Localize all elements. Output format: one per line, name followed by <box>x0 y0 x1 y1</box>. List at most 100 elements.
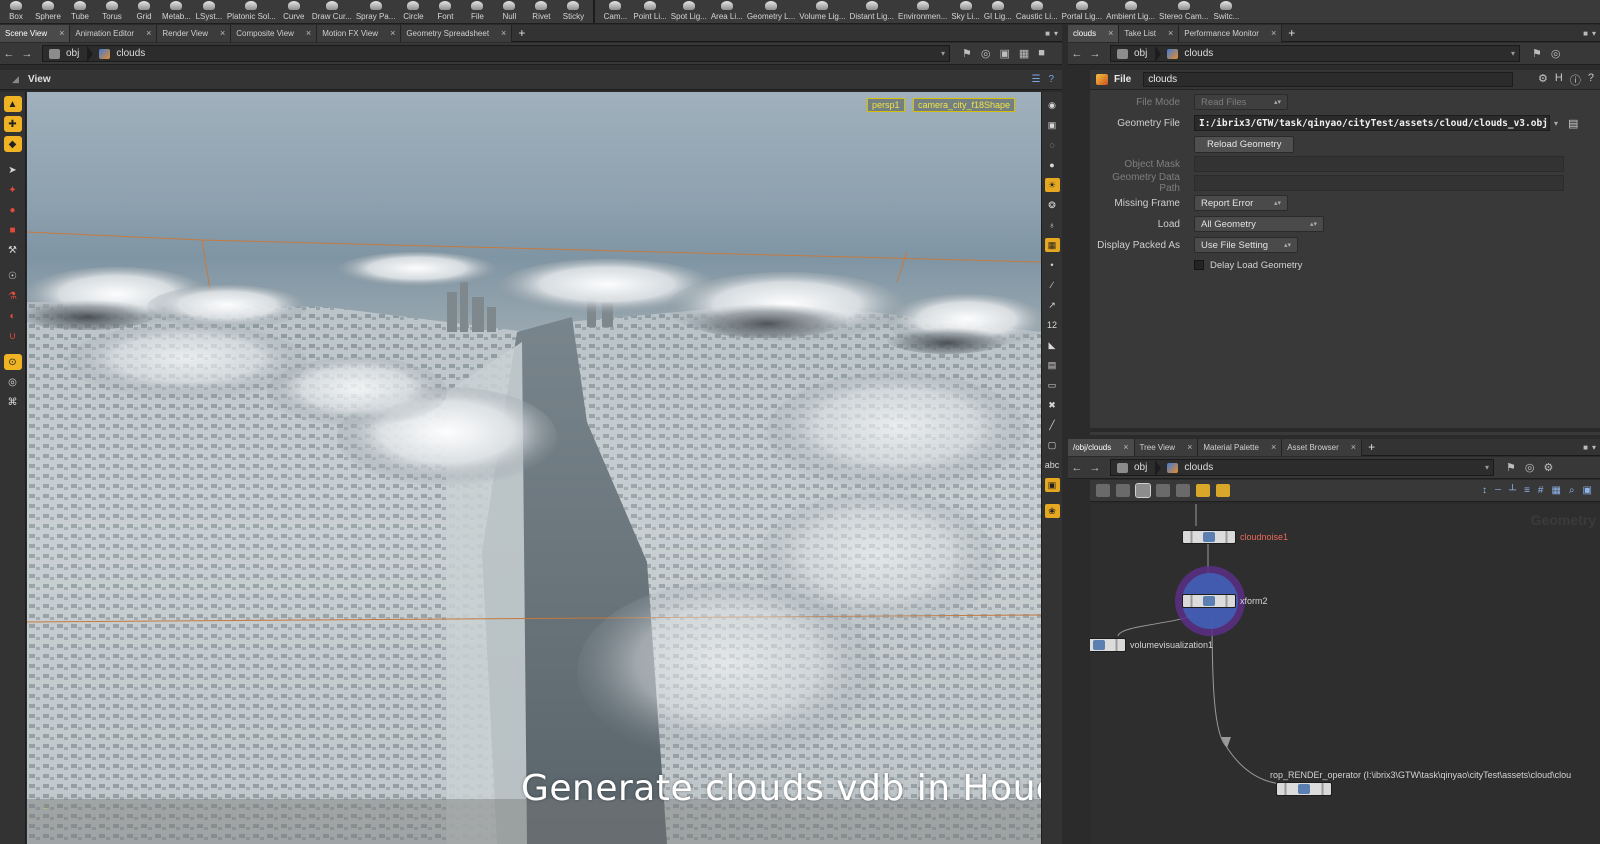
add-tab-icon[interactable]: + <box>1282 26 1301 40</box>
add-tab-icon[interactable]: + <box>1362 440 1381 454</box>
shelf-tool-platonic[interactable]: Platonic Sol... <box>225 0 278 23</box>
fill-icon[interactable]: ◣ <box>1045 338 1060 352</box>
camera-link-icon[interactable]: ▣ <box>999 47 1009 60</box>
move-tool-icon[interactable]: ✚ <box>3 116 22 132</box>
pin-icon[interactable]: ⚑ <box>962 47 972 60</box>
shelf-tool-caustic-light[interactable]: Caustic Li... <box>1014 0 1060 23</box>
close-icon[interactable]: × <box>59 28 64 38</box>
camera-menu[interactable]: persp1 <box>867 98 905 112</box>
node-cloudnoise[interactable] <box>1182 530 1236 544</box>
tab-motion-fx-view[interactable]: Motion FX View × <box>317 24 402 42</box>
visibility-icon[interactable]: ◉ <box>1045 98 1060 112</box>
scale-handle-icon[interactable]: ■ <box>4 222 22 238</box>
wireframe-icon[interactable]: ◌ <box>1045 138 1060 152</box>
select-tool-icon[interactable]: ▲ <box>3 96 22 112</box>
tree-view-icon[interactable] <box>1096 484 1110 497</box>
text-display-icon[interactable]: abc <box>1045 458 1060 472</box>
link-icon[interactable]: ◎ <box>1525 461 1535 474</box>
maximize-pane-icon[interactable]: ■ <box>1583 29 1588 38</box>
hscript-help-icon[interactable]: H <box>1555 72 1563 88</box>
transform-icon[interactable]: ✖ <box>1045 398 1060 412</box>
shelf-tool-tube[interactable]: Tube <box>64 0 96 23</box>
tree-layout-icon[interactable]: ≡ <box>1524 485 1530 496</box>
gear-icon[interactable]: ⚙ <box>1538 72 1548 88</box>
translate-handle-icon[interactable]: ✦ <box>4 182 22 198</box>
close-icon[interactable]: × <box>1168 28 1173 38</box>
node-xform[interactable] <box>1182 594 1236 608</box>
shelf-tool-draw-curve[interactable]: Draw Cur... <box>310 0 354 23</box>
close-icon[interactable]: × <box>220 28 225 38</box>
grid-snap-icon[interactable]: ◎ <box>4 374 22 390</box>
tab-take-list[interactable]: Take List × <box>1119 24 1180 42</box>
scale-icon[interactable]: ▤ <box>1045 358 1060 372</box>
object-mask-field[interactable] <box>1194 156 1564 172</box>
headlight-icon[interactable]: ❂ <box>1045 198 1060 212</box>
missing-frame-menu[interactable]: Report Error ▴▾ <box>1194 195 1288 211</box>
view-tool-icon[interactable]: ◐ <box>4 308 22 324</box>
network-editor[interactable]: Geometry cloudnoise1 xform2 volumevisual… <box>1090 504 1600 844</box>
close-icon[interactable]: × <box>306 28 311 38</box>
shelf-tool-ambient-light[interactable]: Ambient Lig... <box>1104 0 1157 23</box>
breadcrumb-clouds[interactable]: clouds <box>93 45 153 62</box>
shelf-tool-null[interactable]: Null <box>493 0 525 23</box>
display-packed-menu[interactable]: Use File Setting ▴▾ <box>1194 237 1298 253</box>
tab-performance-monitor[interactable]: Performance Monitor × <box>1179 24 1283 42</box>
file-mode-menu[interactable]: Read Files ▴▾ <box>1194 94 1288 110</box>
maximize-pane-icon[interactable]: ■ <box>1583 443 1588 452</box>
shelf-tool-torus[interactable]: Torus <box>96 0 128 23</box>
shelf-tool-sphere[interactable]: Sphere <box>32 0 64 23</box>
shelf-tool-sky-light[interactable]: Sky Li... <box>949 0 981 23</box>
network-box-icon[interactable] <box>1216 484 1230 497</box>
shelf-tool-metaball[interactable]: Metab... <box>160 0 193 23</box>
shelf-tool-portal-light[interactable]: Portal Lig... <box>1060 0 1104 23</box>
shelf-tool-grid[interactable]: Grid <box>128 0 160 23</box>
back-arrow-icon[interactable]: ← <box>0 48 18 60</box>
shelf-tool-distant-light[interactable]: Distant Lig... <box>848 0 896 23</box>
help-icon[interactable]: ? <box>1588 72 1594 88</box>
breadcrumb-clouds[interactable]: clouds <box>1161 459 1221 476</box>
close-icon[interactable]: × <box>1123 442 1128 452</box>
layout-icon[interactable]: ↕ <box>1482 485 1487 496</box>
zoom-icon[interactable]: ⌕ <box>1569 485 1575 496</box>
tab-composite-view[interactable]: Composite View × <box>231 24 318 42</box>
close-icon[interactable]: × <box>1271 442 1276 452</box>
path-dropdown-icon[interactable]: ▾ <box>941 49 945 58</box>
pin-icon[interactable]: ⚑ <box>1506 461 1516 474</box>
pose-tool-icon[interactable]: ☉ <box>4 268 22 284</box>
rotate-handle-icon[interactable]: ● <box>4 202 22 218</box>
tab-material-palette[interactable]: Material Palette × <box>1198 438 1283 456</box>
breadcrumb-obj[interactable]: obj <box>1111 45 1155 62</box>
pane-splitter[interactable] <box>1090 428 1600 432</box>
forward-arrow-icon[interactable]: → <box>1086 462 1104 474</box>
tab-geometry-spreadsheet[interactable]: Geometry Spreadsheet × <box>401 24 513 42</box>
shelf-tool-gi-light[interactable]: GI Lig... <box>982 0 1014 23</box>
display-points-icon[interactable]: • <box>1045 258 1060 272</box>
grid-view-icon[interactable] <box>1156 484 1170 497</box>
breadcrumb-clouds[interactable]: clouds <box>1161 45 1221 62</box>
delay-load-checkbox[interactable] <box>1194 260 1204 270</box>
back-arrow-icon[interactable]: ← <box>1068 462 1086 474</box>
shelf-tool-switcher[interactable]: Switc... <box>1210 0 1242 23</box>
shelf-tool-area-light[interactable]: Area Li... <box>709 0 745 23</box>
close-icon[interactable]: × <box>1351 442 1356 452</box>
close-icon[interactable]: × <box>1271 28 1276 38</box>
shelf-tool-font[interactable]: Font <box>429 0 461 23</box>
shelf-tool-file[interactable]: File <box>461 0 493 23</box>
frame-icon[interactable]: ▣ <box>1583 485 1592 496</box>
pane-menu-icon[interactable]: ▾ <box>1592 29 1596 38</box>
ruler-icon[interactable]: ╱ <box>1045 418 1060 432</box>
lasso-tool-icon[interactable]: ⌘ <box>4 394 22 410</box>
shelf-tool-spot-light[interactable]: Spot Lig... <box>669 0 709 23</box>
align-icon[interactable]: ┴ <box>1509 485 1516 496</box>
file-chooser-icon[interactable]: ▤ <box>1568 117 1578 130</box>
3d-viewport[interactable]: persp1 camera_city_f18Shape Generate clo… <box>27 92 1041 844</box>
geometry-file-field[interactable]: I:/ibrix3/GTW/task/qinyao/cityTest/asset… <box>1194 115 1550 131</box>
gear-icon[interactable]: ⚙ <box>1543 461 1553 474</box>
viewer-options-icon[interactable]: ☰ <box>1031 74 1040 85</box>
breadcrumb-obj[interactable]: obj <box>1111 459 1155 476</box>
uv-icon[interactable]: ▭ <box>1045 378 1060 392</box>
close-icon[interactable]: × <box>1108 28 1113 38</box>
camera-path-menu[interactable]: camera_city_f18Shape <box>913 98 1016 112</box>
shelf-tool-spray-paint[interactable]: Spray Pa... <box>354 0 398 23</box>
snapshot-icon[interactable]: ▦ <box>1019 47 1029 60</box>
